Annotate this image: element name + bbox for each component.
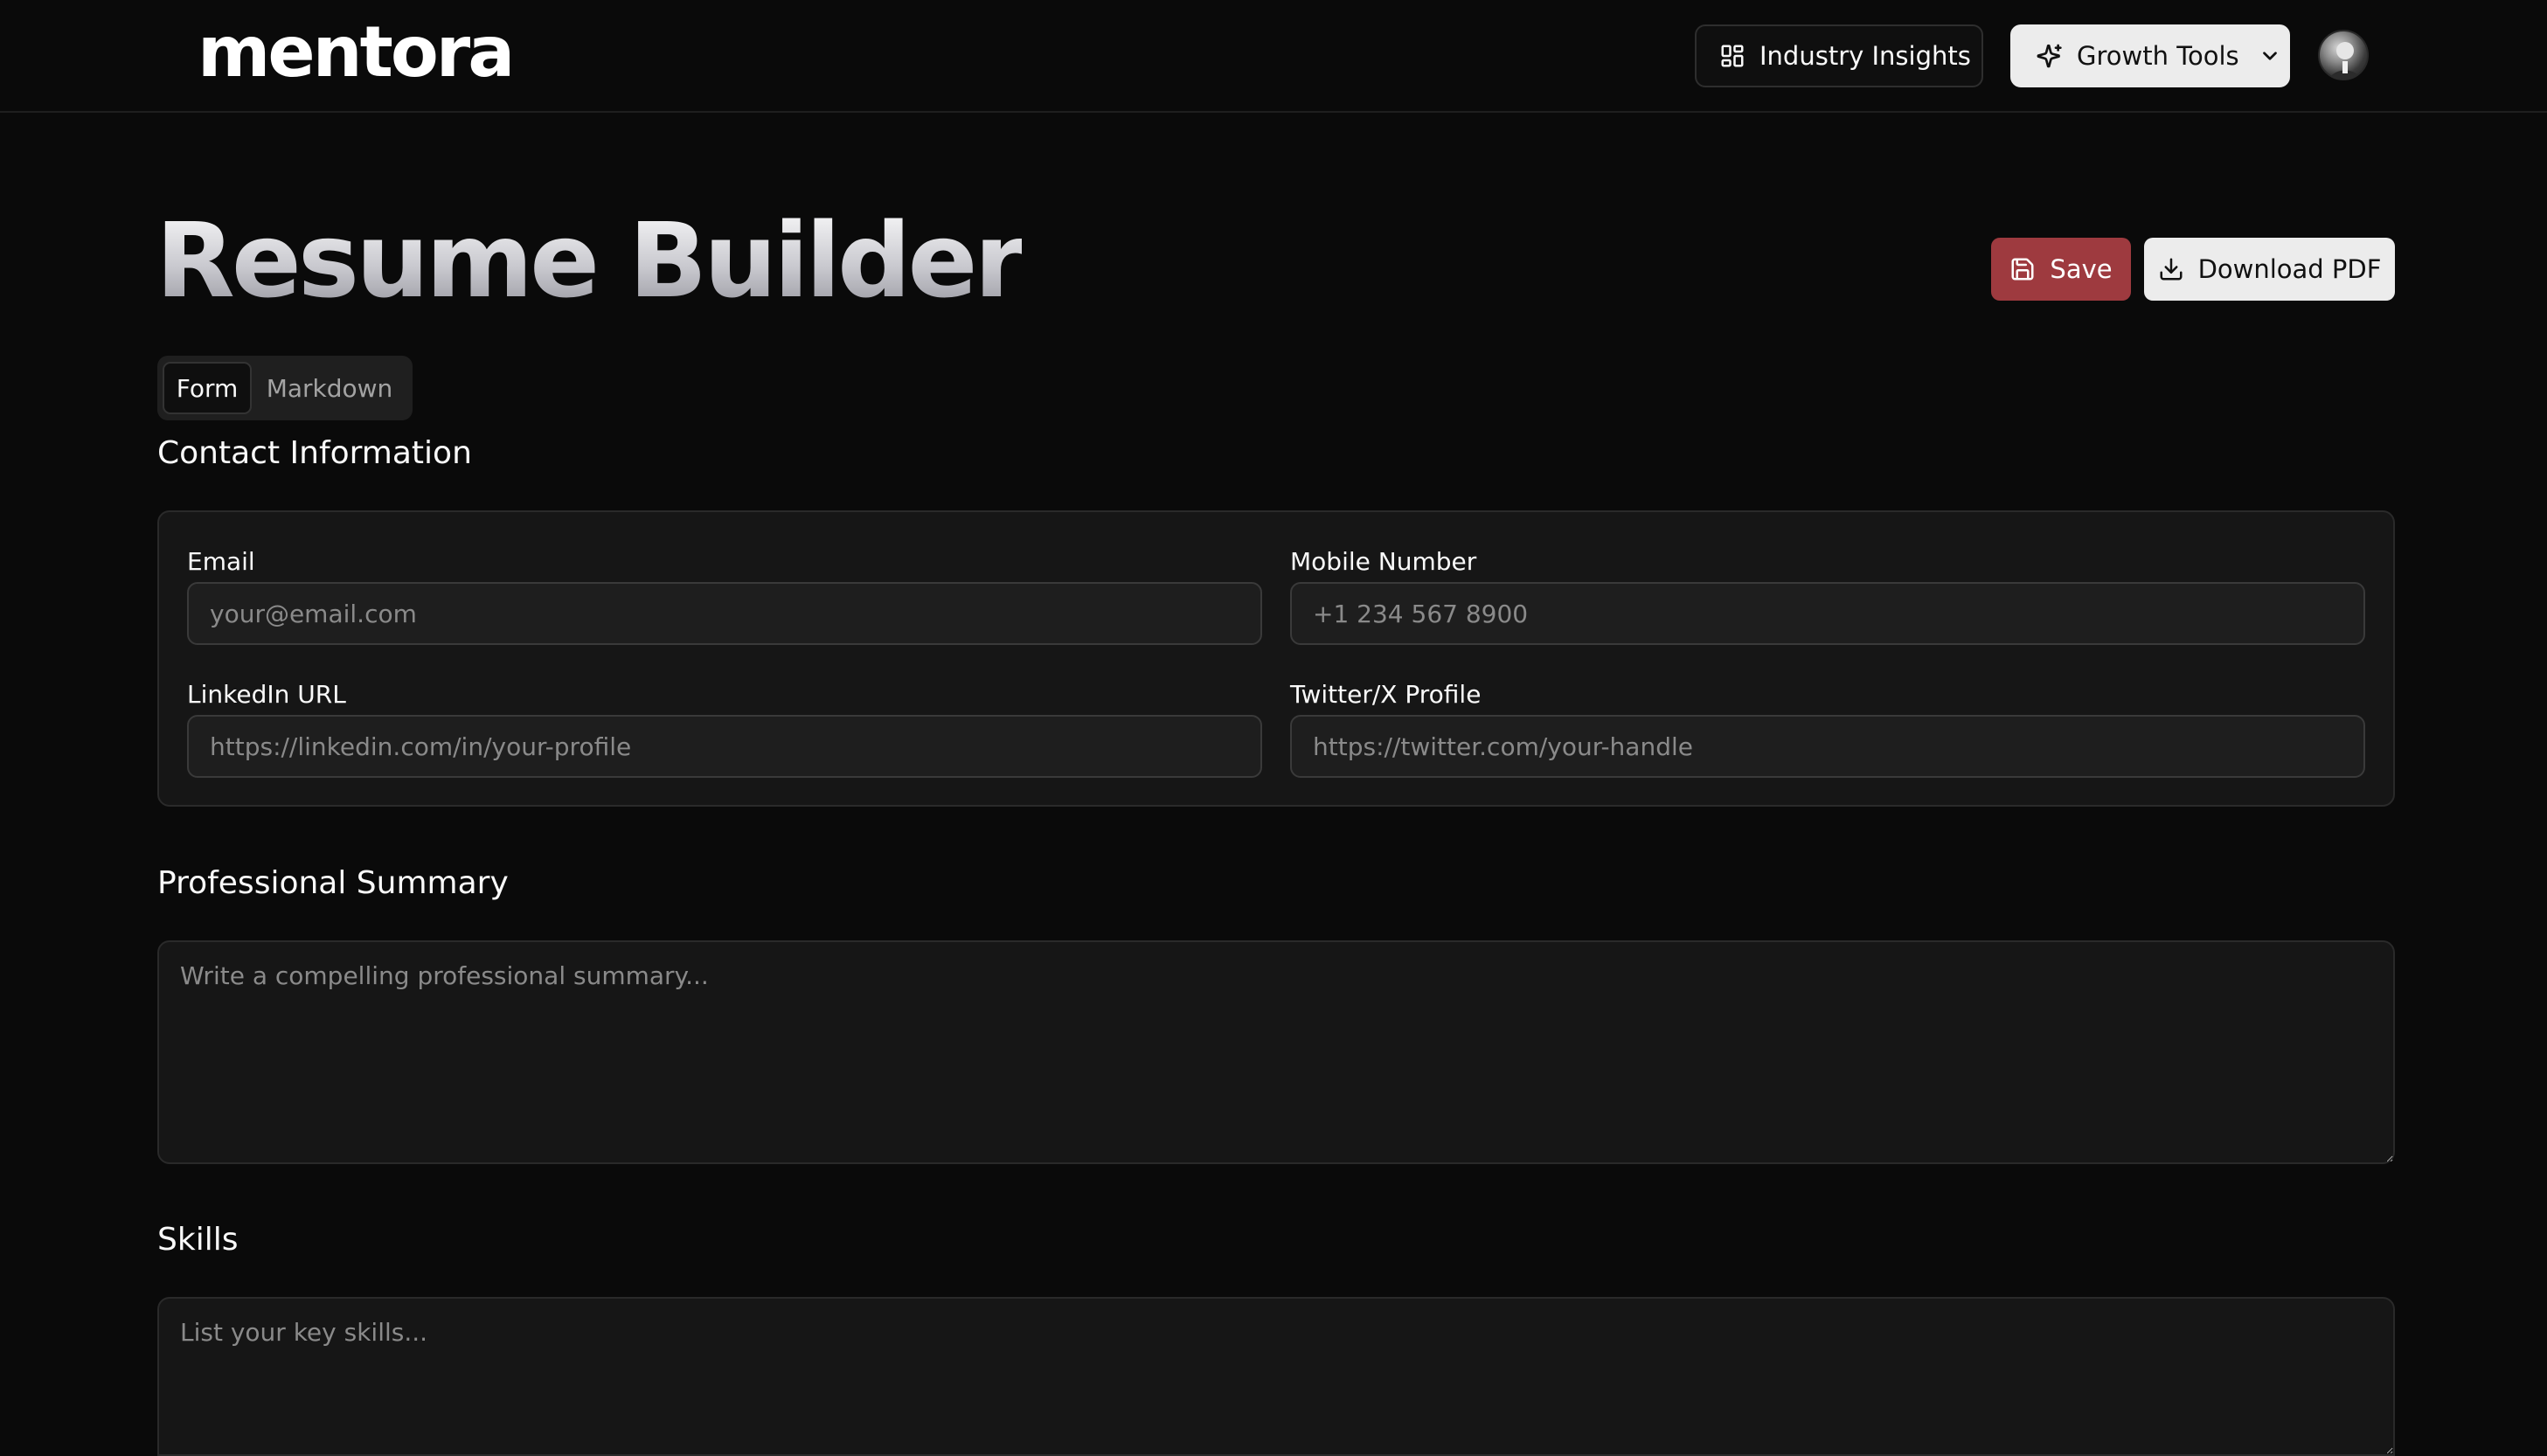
sparkles-icon bbox=[2037, 44, 2062, 68]
email-label: Email bbox=[187, 547, 255, 576]
download-icon bbox=[2160, 258, 2183, 281]
professional-summary-heading: Professional Summary bbox=[157, 865, 509, 901]
page-title: Resume Builder bbox=[156, 200, 1025, 321]
mobile-number-label: Mobile Number bbox=[1290, 547, 1477, 576]
industry-insights-label: Industry Insights bbox=[1759, 41, 1971, 71]
twitter-profile-field[interactable] bbox=[1290, 715, 2365, 778]
user-photo-icon bbox=[2329, 42, 2361, 79]
download-pdf-button[interactable]: Download PDF bbox=[2144, 238, 2395, 301]
mobile-number-field[interactable] bbox=[1290, 582, 2365, 645]
professional-summary-textarea[interactable] bbox=[157, 940, 2395, 1164]
top-nav-bar: mentora Industry Insights Growth Tools bbox=[0, 0, 2547, 113]
user-avatar[interactable] bbox=[2318, 30, 2369, 80]
growth-tools-dropdown[interactable]: Growth Tools bbox=[2010, 24, 2290, 87]
industry-insights-button[interactable]: Industry Insights bbox=[1695, 24, 1983, 87]
tab-form[interactable]: Form bbox=[163, 362, 252, 414]
linkedin-url-label: LinkedIn URL bbox=[187, 680, 346, 709]
save-label: Save bbox=[2050, 254, 2113, 284]
skills-heading: Skills bbox=[157, 1222, 239, 1258]
mentora-logo[interactable]: mentora bbox=[198, 12, 515, 93]
editor-mode-tabs: Form Markdown bbox=[157, 356, 413, 420]
contact-information-heading: Contact Information bbox=[157, 435, 472, 471]
email-field[interactable] bbox=[187, 582, 1262, 645]
save-icon bbox=[2011, 258, 2034, 281]
save-button[interactable]: Save bbox=[1991, 238, 2131, 301]
download-pdf-label: Download PDF bbox=[2197, 254, 2382, 284]
contact-information-card: Email Mobile Number LinkedIn URL Twitter… bbox=[157, 510, 2395, 807]
skills-textarea[interactable] bbox=[157, 1297, 2395, 1456]
growth-tools-label: Growth Tools bbox=[2077, 41, 2239, 71]
twitter-profile-label: Twitter/X Profile bbox=[1290, 680, 1482, 709]
grid-icon bbox=[1721, 45, 1744, 67]
chevron-down-icon bbox=[2262, 52, 2277, 60]
linkedin-url-field[interactable] bbox=[187, 715, 1262, 778]
tab-markdown[interactable]: Markdown bbox=[252, 362, 407, 414]
